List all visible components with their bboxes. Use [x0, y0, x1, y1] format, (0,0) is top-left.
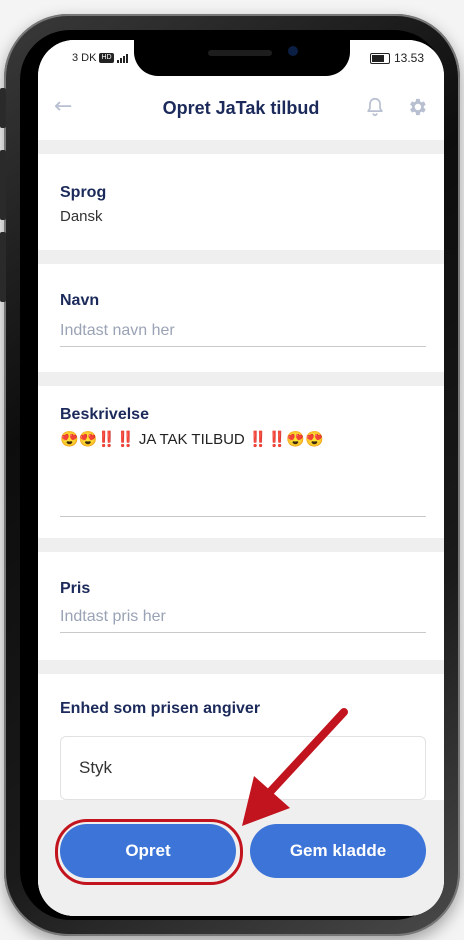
description-input[interactable]: 😍😍‼️‼️ JA TAK TILBUD ‼️‼️😍😍 [60, 430, 324, 448]
price-label: Pris [60, 580, 91, 597]
volume-up-button [0, 150, 6, 220]
description-card: Beskrivelse 😍😍‼️‼️ JA TAK TILBUD ‼️‼️😍😍 [38, 386, 444, 538]
save-draft-button[interactable]: Gem kladde [250, 824, 426, 878]
description-label: Beskrivelse [60, 406, 149, 423]
pointer-arrow-icon [242, 708, 348, 826]
battery-icon [369, 52, 390, 64]
status-time: 13.53 [393, 51, 424, 65]
name-card: Navn [38, 264, 444, 372]
signal-icon [116, 53, 129, 63]
unit-label: Enhed som prisen angiver [60, 700, 261, 717]
notch [134, 40, 350, 76]
unit-value: Styk [79, 758, 113, 777]
language-label: Sprog [60, 184, 107, 201]
side-button [0, 88, 6, 128]
price-input[interactable] [60, 602, 426, 633]
carrier-label: 3 DK [72, 52, 97, 64]
speaker-grille [208, 50, 272, 56]
app-header: ← Opret JaTak tilbud [38, 76, 444, 140]
name-input[interactable] [60, 316, 426, 347]
description-underline [60, 516, 426, 517]
language-card[interactable]: Sprog Dansk [38, 154, 444, 250]
create-button[interactable]: Opret [60, 824, 236, 878]
name-label: Navn [60, 292, 100, 309]
language-value: Dansk [60, 208, 103, 225]
hd-badge: HD [99, 53, 114, 63]
price-card: Pris [38, 552, 444, 660]
bell-icon[interactable] [364, 96, 386, 118]
volume-down-button [0, 232, 6, 302]
camera-icon [288, 46, 298, 56]
gear-icon[interactable] [406, 96, 428, 118]
